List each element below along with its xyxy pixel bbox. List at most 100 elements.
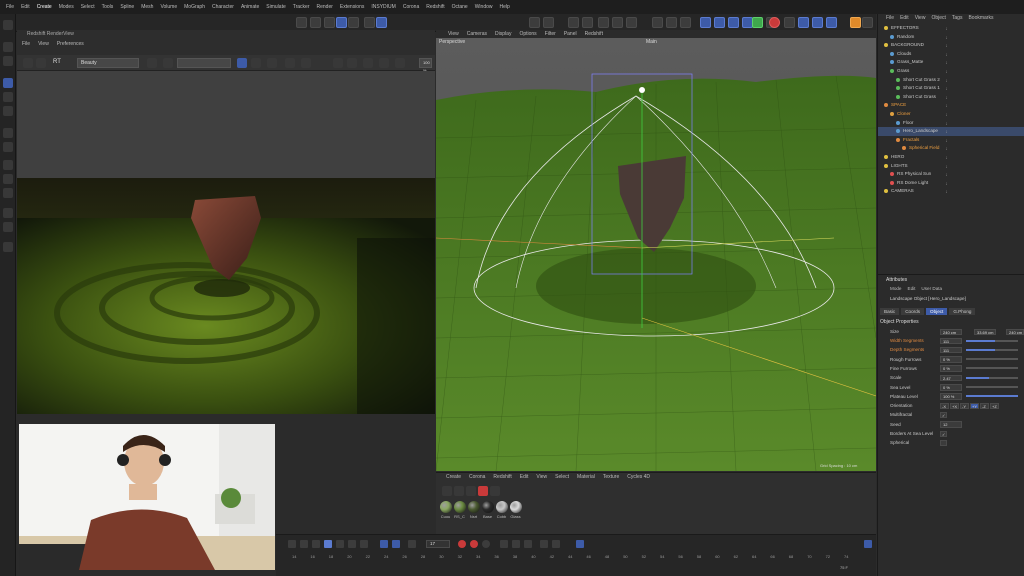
orientation-option[interactable]: -Z (980, 402, 989, 410)
coordinate-icon[interactable] (3, 128, 13, 138)
snapshot-dropdown[interactable] (177, 58, 231, 68)
axis-icon[interactable] (543, 17, 554, 28)
bounce-icon[interactable] (392, 540, 400, 548)
object-row[interactable]: CAMERAS ⁞ (878, 187, 1024, 195)
material-swatch[interactable] (468, 501, 480, 513)
workplane-icon[interactable] (376, 17, 387, 28)
object-menu-view[interactable]: View (915, 14, 926, 23)
mode-icon[interactable] (324, 17, 335, 28)
visibility-toggle-icon[interactable]: ⁞ (946, 171, 952, 177)
sound-icon[interactable] (408, 540, 416, 548)
object-menu-bookmarks[interactable]: Bookmarks (968, 14, 993, 23)
attributes-menu-edit[interactable]: Edit (908, 286, 916, 291)
visibility-toggle-icon[interactable]: ⁞ (946, 34, 952, 40)
material-menu-redshift[interactable]: Redshift (493, 473, 511, 482)
zoom-level[interactable]: 100 % (419, 58, 432, 73)
menu-create[interactable]: Create (37, 4, 52, 10)
polygons-mode-icon[interactable] (3, 188, 13, 198)
attribute-slider[interactable] (966, 348, 1018, 351)
move-tool-icon[interactable] (3, 78, 13, 88)
object-menu-object[interactable]: Object (931, 14, 945, 23)
visibility-toggle-icon[interactable]: ⁞ (946, 51, 952, 57)
tab-coords[interactable]: Coords (901, 308, 925, 315)
current-frame-field[interactable]: 17 (426, 540, 450, 548)
key-scale-icon[interactable] (524, 540, 532, 548)
3d-viewport[interactable]: Perspective Main Grid Spacing : 10 cm (436, 38, 876, 471)
sky-icon[interactable] (826, 17, 837, 28)
menu-help[interactable]: Help (500, 4, 510, 10)
tab-object[interactable]: Object (926, 308, 948, 315)
prev-key-icon[interactable] (300, 540, 308, 548)
object-row[interactable]: Hero_Landscape ⁞ (878, 127, 1024, 136)
attribute-value-field[interactable]: 0 % (940, 384, 962, 391)
material-icon[interactable] (798, 17, 809, 28)
attribute-slider[interactable] (966, 339, 1018, 342)
visibility-toggle-icon[interactable]: ⁞ (946, 42, 952, 48)
create-material-icon[interactable] (442, 486, 452, 496)
play-icon[interactable] (324, 540, 332, 548)
deformer-icon[interactable] (714, 17, 725, 28)
python-icon[interactable] (850, 17, 861, 28)
crop-icon[interactable] (163, 58, 173, 68)
bucket-icon[interactable] (267, 58, 277, 68)
size-z-field[interactable]: 240 cm (1006, 328, 1024, 335)
visibility-toggle-icon[interactable]: ⁞ (946, 102, 952, 108)
generator-icon[interactable] (752, 17, 763, 28)
visibility-toggle-icon[interactable]: ⁞ (946, 68, 952, 74)
record-icon[interactable] (458, 540, 466, 548)
viewport-menu-view[interactable]: View (448, 30, 459, 38)
split-icon[interactable] (395, 58, 405, 68)
search-icon[interactable] (3, 20, 13, 30)
cube-icon[interactable] (652, 17, 663, 28)
attribute-value-field[interactable]: 111 (940, 346, 962, 354)
object-row[interactable]: Short Cut Grass ⁞ (878, 93, 1024, 101)
menu-render[interactable]: Render (317, 4, 333, 10)
visibility-toggle-icon[interactable]: ⁞ (946, 77, 952, 83)
prev-frame-icon[interactable] (312, 540, 320, 548)
field-icon[interactable] (728, 17, 739, 28)
compare-icon[interactable] (379, 58, 389, 68)
object-menu-file[interactable]: File (886, 14, 894, 23)
material-node-icon[interactable] (490, 486, 500, 496)
orientation-option[interactable]: +Y (970, 402, 979, 410)
mesh-mode-icon[interactable] (348, 17, 359, 28)
object-row[interactable]: Fractals ⁞ (878, 136, 1024, 144)
focus-icon[interactable] (301, 58, 311, 68)
menu-mograph[interactable]: MoGraph (184, 4, 205, 10)
object-row[interactable]: Short Cut Grass 2 ⁞ (878, 76, 1024, 84)
viewport-menu-options[interactable]: Options (519, 30, 536, 38)
object-row[interactable]: LIGHTS ⁞ (878, 162, 1024, 170)
expand-icon[interactable] (333, 58, 343, 68)
orientation-option[interactable]: +Z (990, 402, 999, 410)
object-row[interactable]: Clouds ⁞ (878, 50, 1024, 58)
render-settings-icon[interactable] (598, 17, 609, 28)
object-row[interactable]: Floor ⁞ (878, 119, 1024, 127)
visibility-toggle-icon[interactable]: ⁞ (946, 145, 952, 151)
collapse-icon[interactable] (347, 58, 357, 68)
visibility-toggle-icon[interactable]: ⁞ (946, 111, 952, 117)
redo-icon[interactable] (310, 17, 321, 28)
autokey-icon[interactable] (470, 540, 478, 548)
next-frame-icon[interactable] (336, 540, 344, 548)
menu-character[interactable]: Character (212, 4, 234, 10)
filter-material-icon[interactable] (466, 486, 476, 496)
material-menu-material[interactable]: Material (577, 473, 595, 482)
object-row[interactable]: Grass_Matte ⁞ (878, 58, 1024, 66)
attribute-value-field[interactable]: 2.47 (940, 374, 962, 382)
visibility-toggle-icon[interactable]: ⁞ (946, 59, 952, 65)
redshift-material-icon[interactable] (478, 486, 488, 496)
stop-icon[interactable] (36, 58, 46, 68)
renderview-menu-view[interactable]: View (38, 41, 49, 55)
viewport-menu-redshift[interactable]: Redshift (585, 30, 603, 38)
menu-insydium[interactable]: INSYDIUM (371, 4, 395, 10)
uv-mode-icon[interactable] (3, 208, 13, 218)
render-pictureviewer-icon[interactable] (612, 17, 623, 28)
viewport-menu-panel[interactable]: Panel (564, 30, 577, 38)
tab-basic[interactable]: Basic (880, 308, 900, 315)
object-menu-edit[interactable]: Edit (900, 14, 909, 23)
lock-icon[interactable] (529, 17, 540, 28)
points-mode-icon[interactable] (3, 160, 13, 170)
size-y-field[interactable]: 33.69 cm (974, 328, 996, 335)
nurbs-icon[interactable] (680, 17, 691, 28)
layout-icon[interactable] (862, 17, 873, 28)
